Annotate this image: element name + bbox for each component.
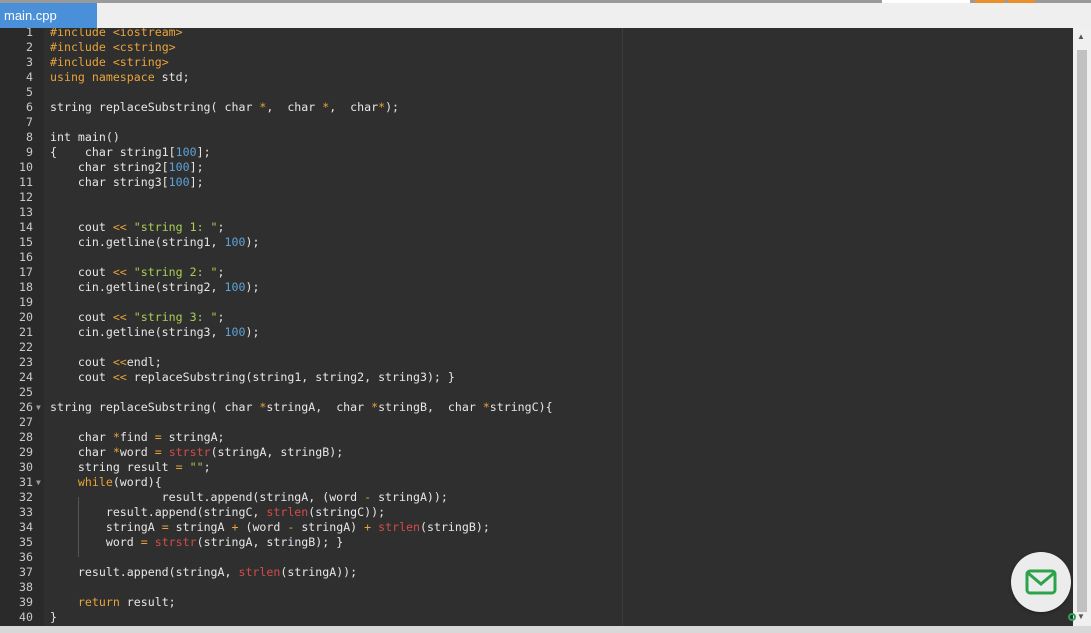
code-text: cout << "string 3: "; [50, 310, 225, 324]
code-text: char string3[100]; [50, 175, 204, 189]
code-text: string result = ""; [50, 460, 211, 474]
line-number: 16 [19, 250, 33, 264]
scroll-down-icon[interactable]: ▼ [1077, 612, 1085, 621]
line-number: 21 [19, 325, 33, 339]
line-number: 37 [19, 565, 33, 579]
code-text: #include <iostream> [50, 28, 183, 39]
line-number: 14 [19, 220, 33, 234]
fold-arrow-icon[interactable]: ▼ [36, 400, 41, 415]
line-number: 19 [19, 295, 33, 309]
status-bar [0, 626, 1091, 633]
toolbar-accent [975, 0, 1005, 3]
scroll-up-icon[interactable]: ▲ [1077, 32, 1085, 41]
print-margin [622, 28, 623, 626]
scrollbar-thumb[interactable] [1077, 50, 1087, 612]
code-text: return result; [77, 595, 176, 609]
line-number: 11 [19, 175, 33, 189]
vertical-scrollbar[interactable]: ▲ ▼ [1073, 28, 1091, 626]
code-text: string replaceSubstring( char *, char *,… [50, 100, 400, 114]
code-text: stringA = stringA + (word - stringA) + s… [50, 520, 490, 534]
contact-button[interactable] [1011, 552, 1071, 612]
code-text: word = strstr(stringA, stringB); } [50, 535, 344, 549]
line-number: 13 [19, 205, 33, 219]
fold-arrow-icon[interactable]: ▼ [36, 475, 41, 490]
toolbar-accent [1008, 0, 1035, 3]
code-text: while(word){ [77, 475, 162, 489]
line-number: 27 [19, 415, 33, 429]
line-number: 38 [19, 580, 33, 594]
line-number: 30 [19, 460, 33, 474]
line-number: 25 [19, 385, 33, 399]
line-number: 33 [19, 505, 33, 519]
code-text: #include <string> [50, 55, 169, 69]
line-number: 34 [19, 520, 33, 534]
line-number: 40 [19, 610, 33, 624]
line-number: 26 [19, 400, 33, 414]
toolbar-strip [882, 0, 970, 3]
code-text: cout <<endl; [50, 355, 162, 369]
line-number: 32 [19, 490, 33, 504]
code-text: char string2[100]; [50, 160, 204, 174]
code-text: cout << "string 2: "; [50, 265, 225, 279]
code-text: char *find = stringA; [50, 430, 225, 444]
line-number: 2 [26, 40, 33, 54]
line-number: 9 [26, 145, 33, 159]
line-number: 10 [19, 160, 33, 174]
line-number: 6 [26, 100, 33, 114]
line-number: 36 [19, 550, 33, 564]
line-number: 5 [26, 85, 33, 99]
line-number: 35 [19, 535, 33, 549]
code-text: string replaceSubstring( char *stringA, … [50, 400, 553, 414]
line-number: 22 [19, 340, 33, 354]
line-number: 23 [19, 355, 33, 369]
code-text: using namespace std; [50, 70, 190, 84]
code-text: int main() [50, 130, 120, 144]
line-number: 3 [26, 55, 33, 69]
code-editor[interactable]: 1 #include <iostream> 2 #include <cstring> 3… [0, 28, 1073, 626]
code-text: cin.getline(string2, 100); [50, 280, 260, 294]
line-number: 4 [26, 70, 33, 84]
code-text: cout << "string 1: "; [50, 220, 225, 234]
line-number: 39 [19, 595, 33, 609]
line-number: 18 [19, 280, 33, 294]
code-text: char *word = strstr(stringA, stringB); [50, 445, 344, 459]
line-number: 28 [19, 430, 33, 444]
code-text: cout << replaceSubstring(string1, string… [50, 370, 455, 384]
status-indicator-icon [1068, 613, 1076, 621]
line-number: 12 [19, 190, 33, 204]
code-text: } [50, 610, 57, 624]
line-number: 15 [19, 235, 33, 249]
code-text: { char string1[100]; [50, 145, 211, 159]
line-number: 7 [26, 115, 33, 129]
code-text: result.append(stringA, (word - stringA))… [50, 490, 448, 504]
line-number: 17 [19, 265, 33, 279]
code-text: cin.getline(string3, 100); [50, 325, 260, 339]
code-text: #include <cstring> [50, 40, 176, 54]
code-text: cin.getline(string1, 100); [50, 235, 260, 249]
line-number: 1 [26, 28, 33, 39]
line-number: 31 [19, 475, 33, 489]
mail-icon [1025, 569, 1057, 595]
line-number: 24 [19, 370, 33, 384]
code-text: result.append(stringA, strlen(stringA)); [50, 565, 358, 579]
line-number: 8 [26, 130, 33, 144]
tab-bar: main.cpp [0, 0, 1091, 28]
tab-main-cpp[interactable]: main.cpp [0, 3, 97, 28]
code-text: result.append(stringC, strlen(stringC)); [50, 505, 386, 519]
line-number: 20 [19, 310, 33, 324]
tab-label: main.cpp [4, 8, 57, 23]
line-number: 29 [19, 445, 33, 459]
